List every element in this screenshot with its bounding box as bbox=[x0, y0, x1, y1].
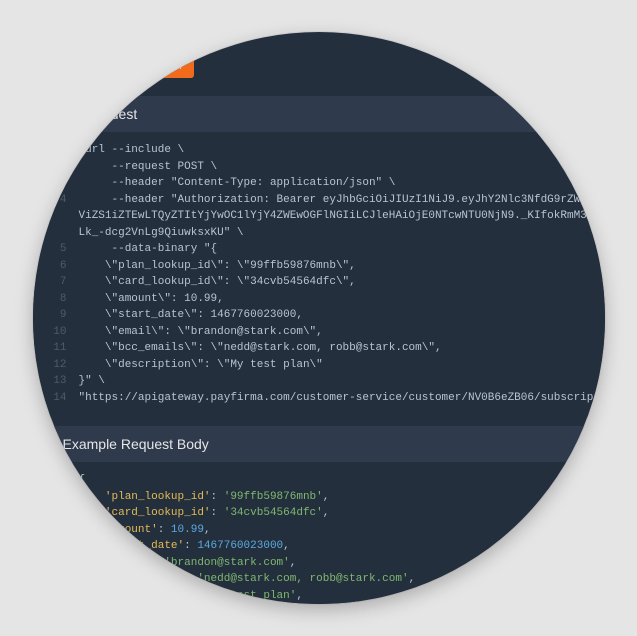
code-line: 10 \"email\": \"brandon@stark.com\", bbox=[43, 324, 605, 341]
subscription-dropdown-label: ption bbox=[73, 59, 99, 73]
code-line: 5 --data-binary "{ bbox=[43, 241, 605, 258]
line-number: 1 bbox=[43, 472, 67, 489]
code-line: 9 \"start_date\": 1467760023000, bbox=[43, 307, 605, 324]
code-text: 'description': 'My test plan', bbox=[79, 588, 303, 605]
line-number: 2 bbox=[43, 489, 67, 506]
code-line: 2 --request POST \ bbox=[43, 159, 605, 176]
line-number: 6 bbox=[43, 555, 67, 572]
code-line: 6 \"plan_lookup_id\": \"99ffb59876mnb\", bbox=[43, 258, 605, 275]
code-text: --request POST \ bbox=[79, 159, 218, 176]
line-number: 10 bbox=[43, 324, 67, 341]
code-line: 3 'card_lookup_id': '34cvb54564dfc', bbox=[43, 505, 605, 522]
code-line: 6 'email': 'brandon@stark.com', bbox=[43, 555, 605, 572]
code-text: }" \ bbox=[79, 373, 105, 390]
code-line: 8 \"amount\": 10.99, bbox=[43, 291, 605, 308]
line-number: 4 bbox=[43, 522, 67, 539]
line-number: 3 bbox=[43, 505, 67, 522]
line-number: 8 bbox=[43, 588, 67, 605]
code-line: 5 'start_date': 1467760023000, bbox=[43, 538, 605, 555]
code-text: "https://apigateway.payfirma.com/custome… bbox=[79, 390, 605, 407]
code-line: 12 \"description\": \"My test plan\" bbox=[43, 357, 605, 374]
example-request-header: ple Request bbox=[33, 96, 605, 132]
code-line: 1 curl --include \ bbox=[43, 142, 605, 159]
code-text: 'start_date': 1467760023000, bbox=[79, 538, 290, 555]
curl-dropdown-label: cURL bbox=[141, 59, 171, 73]
code-text: \"amount\": 10.99, bbox=[79, 291, 224, 308]
code-text: 'bcc_emails': 'nedd@stark.com, robb@star… bbox=[79, 571, 416, 588]
code-line: 8 'description': 'My test plan', bbox=[43, 588, 605, 605]
code-text: { bbox=[79, 472, 86, 489]
dropdown-row: ption ▼ cURL ▼ bbox=[33, 32, 605, 88]
code-text: 'amount': 10.99, bbox=[79, 522, 211, 539]
line-number: 5 bbox=[43, 241, 67, 258]
line-number: 7 bbox=[43, 274, 67, 291]
code-line: 3 --header "Content-Type: application/js… bbox=[43, 175, 605, 192]
code-line: 11 \"bcc_emails\": \"nedd@stark.com, rob… bbox=[43, 340, 605, 357]
code-text: 'email': 'brandon@stark.com', bbox=[79, 555, 297, 572]
code-line: 4 'amount': 10.99, bbox=[43, 522, 605, 539]
code-text: 'card_lookup_id': '34cvb54564dfc', bbox=[79, 505, 330, 522]
line-number: 2 bbox=[43, 159, 67, 176]
chevron-down-icon: ▼ bbox=[176, 62, 184, 71]
line-number: 14 bbox=[43, 390, 67, 407]
line-number: 13 bbox=[43, 373, 67, 390]
code-text: 'plan_lookup_id': '99ffb59876mnb', bbox=[79, 489, 330, 506]
line-number: 12 bbox=[43, 357, 67, 374]
line-number: 3 bbox=[43, 175, 67, 192]
example-request-body-header: Example Request Body bbox=[33, 426, 605, 462]
code-text: \"card_lookup_id\": \"34cvb54564dfc\", bbox=[79, 274, 356, 291]
code-text: \"description\": \"My test plan\" bbox=[79, 357, 323, 374]
curl-dropdown[interactable]: cURL ▼ bbox=[131, 54, 194, 78]
chevron-down-icon: ▼ bbox=[104, 62, 112, 71]
code-line: 1{ bbox=[43, 472, 605, 489]
line-number: 8 bbox=[43, 291, 67, 308]
example-request-body-code[interactable]: 1{2 'plan_lookup_id': '99ffb59876mnb',3 … bbox=[33, 462, 605, 604]
code-line: 7 'bcc_emails': 'nedd@stark.com, robb@st… bbox=[43, 571, 605, 588]
code-line: 7 \"card_lookup_id\": \"34cvb54564dfc\", bbox=[43, 274, 605, 291]
code-text: --header "Content-Type: application/json… bbox=[79, 175, 396, 192]
line-number: 11 bbox=[43, 340, 67, 357]
code-text: --data-binary "{ bbox=[79, 241, 218, 258]
code-line: 14 "https://apigateway.payfirma.com/custo… bbox=[43, 390, 605, 407]
line-number: 5 bbox=[43, 538, 67, 555]
line-number: 7 bbox=[43, 571, 67, 588]
line-number: 4 bbox=[43, 192, 67, 209]
code-text: \"email\": \"brandon@stark.com\", bbox=[79, 324, 323, 341]
code-line: 4 --header "Authorization: Bearer eyJhbG… bbox=[43, 192, 605, 242]
code-text: --header "Authorization: Bearer eyJhbGci… bbox=[79, 192, 605, 242]
line-number: 1 bbox=[43, 142, 67, 159]
code-text: \"plan_lookup_id\": \"99ffb59876mnb\", bbox=[79, 258, 356, 275]
line-number: 6 bbox=[43, 258, 67, 275]
code-text: curl --include \ bbox=[79, 142, 185, 159]
viewport-circle: ption ▼ cURL ▼ ple Request 1 curl --inclu… bbox=[33, 32, 605, 604]
subscription-dropdown[interactable]: ption ▼ bbox=[63, 54, 122, 78]
code-line: 2 'plan_lookup_id': '99ffb59876mnb', bbox=[43, 489, 605, 506]
code-text: \"bcc_emails\": \"nedd@stark.com, robb@s… bbox=[79, 340, 442, 357]
code-line: 13 }" \ bbox=[43, 373, 605, 390]
code-text: \"start_date\": 1467760023000, bbox=[79, 307, 303, 324]
example-request-code[interactable]: 1curl --include \2 --request POST \3 --h… bbox=[33, 132, 605, 418]
line-number: 9 bbox=[43, 307, 67, 324]
